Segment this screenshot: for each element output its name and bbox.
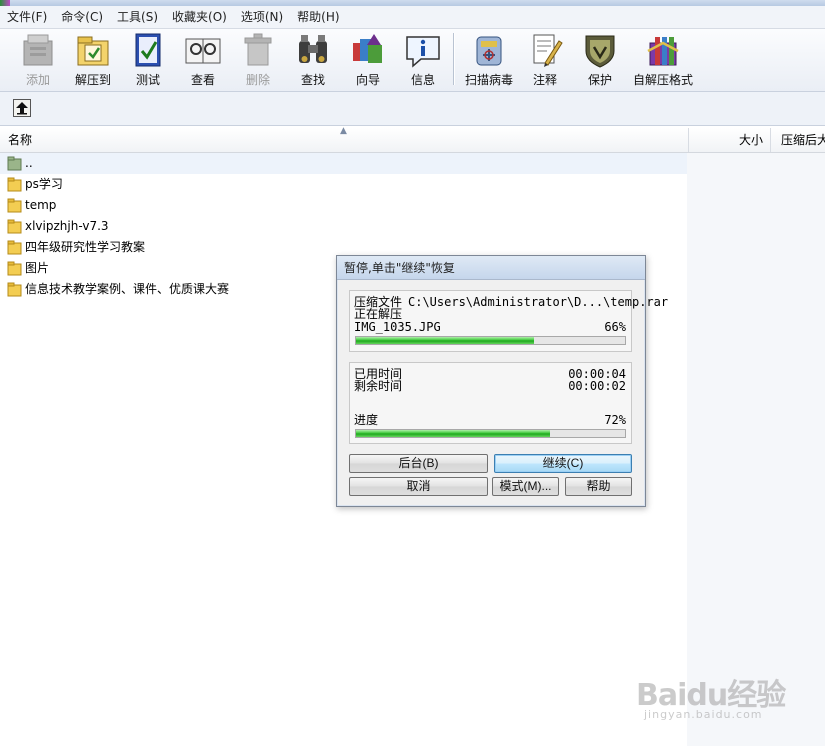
dialog-title[interactable]: 暂停,单击"继续"恢复 xyxy=(337,256,645,280)
find-button[interactable]: 查找 xyxy=(286,31,340,89)
info-icon xyxy=(406,36,440,68)
test-icon xyxy=(135,33,161,67)
folder-icon xyxy=(7,198,22,213)
binoculars-icon xyxy=(299,35,327,63)
comment-icon xyxy=(533,34,563,67)
folder-icon xyxy=(7,219,22,234)
up-folder-button[interactable] xyxy=(13,99,31,117)
file-name: 信息技术教学案例、课件、优质课大赛 xyxy=(25,282,230,296)
file-progress-bar xyxy=(355,336,626,345)
wizard-icon xyxy=(353,34,382,63)
shield-icon xyxy=(585,35,615,68)
delete-button[interactable]: 删除 xyxy=(231,31,285,89)
file-list-header: 名称 ▲ 大小 压缩后大 xyxy=(0,126,825,153)
info-button[interactable]: 信息 xyxy=(396,31,450,89)
comment-button[interactable]: 注释 xyxy=(518,31,572,89)
file-name: 图片 xyxy=(25,261,50,275)
time-progress-panel: 已用时间 00:00:04 剩余时间 00:00:02 进度 72% xyxy=(349,362,632,444)
menu-file[interactable]: 文件(F) xyxy=(0,7,54,27)
menu-commands[interactable]: 命令(C) xyxy=(54,7,110,27)
watermark-url: jingyan.baidu.com xyxy=(644,708,763,721)
sfx-button[interactable]: 自解压格式 xyxy=(632,31,694,89)
toolbar: 添加 解压到 测试 查看 删除 查找 向导 信息 扫描病毒 注释 保护 自解压格… xyxy=(0,29,825,92)
cancel-button[interactable]: 取消 xyxy=(349,477,488,496)
virus-scan-icon xyxy=(476,36,502,66)
folder-icon xyxy=(7,177,22,192)
file-progress-panel: 压缩文件 C:\Users\Administrator\D...\temp.ra… xyxy=(349,290,668,352)
file-name: 四年级研究性学习教案 xyxy=(25,240,146,254)
file-row[interactable]: xlvipzhjh-v7.3 xyxy=(0,216,687,237)
address-bar xyxy=(0,92,825,126)
add-archive-icon xyxy=(23,34,53,66)
wizard-button[interactable]: 向导 xyxy=(341,31,395,89)
file-list-size-pane xyxy=(687,153,825,746)
file-percent: 66% xyxy=(604,320,626,334)
help-button[interactable]: 帮助 xyxy=(565,477,632,496)
file-name: xlvipzhjh-v7.3 xyxy=(25,219,109,233)
test-button[interactable]: 测试 xyxy=(121,31,175,89)
sfx-icon xyxy=(647,37,679,66)
file-name: ps学习 xyxy=(25,177,63,191)
remaining-time-label: 剩余时间 xyxy=(354,379,403,393)
menu-bar: 文件(F) 命令(C) 工具(S) 收藏夹(O) 选项(N) 帮助(H) xyxy=(0,6,825,29)
toolbar-separator xyxy=(453,33,454,85)
total-progress-fill xyxy=(356,430,550,437)
total-progress-bar xyxy=(355,429,626,438)
file-name: temp xyxy=(25,198,57,212)
view-button[interactable]: 查看 xyxy=(176,31,230,89)
status-label: 正在解压 xyxy=(354,307,403,321)
progress-label: 进度 xyxy=(354,413,379,427)
menu-favorites[interactable]: 收藏夹(O) xyxy=(165,7,234,27)
extraction-progress-dialog: 暂停,单击"继续"恢复 压缩文件 C:\Users\Administrator\… xyxy=(336,255,668,507)
extract-to-icon xyxy=(77,36,109,66)
view-icon xyxy=(185,38,221,64)
virus-scan-button[interactable]: 扫描病毒 xyxy=(461,31,517,89)
background-button[interactable]: 后台(B) xyxy=(349,454,488,473)
continue-button[interactable]: 继续(C) xyxy=(494,454,632,473)
column-packed-size[interactable]: 压缩后大 xyxy=(770,128,825,152)
file-name: .. xyxy=(25,156,33,170)
add-button[interactable]: 添加 xyxy=(11,31,65,89)
extract-to-button[interactable]: 解压到 xyxy=(66,31,120,89)
current-file-name: IMG_1035.JPG xyxy=(354,320,441,334)
sort-ascending-icon: ▲ xyxy=(340,126,347,136)
menu-tools[interactable]: 工具(S) xyxy=(110,7,165,27)
up-arrow-icon xyxy=(16,102,28,115)
remaining-time-value: 00:00:02 xyxy=(568,379,626,393)
parent-folder-icon xyxy=(7,156,22,171)
file-row[interactable]: ps学习 xyxy=(0,174,687,195)
file-row-up[interactable]: .. xyxy=(0,153,687,174)
mode-button[interactable]: 模式(M)... xyxy=(492,477,559,496)
file-progress-fill xyxy=(356,337,534,344)
watermark: Baidu经验 jingyan.baidu.com xyxy=(636,662,806,732)
protect-button[interactable]: 保护 xyxy=(573,31,627,89)
file-row[interactable]: temp xyxy=(0,195,687,216)
column-size[interactable]: 大小 xyxy=(688,128,769,152)
archive-path: C:\Users\Administrator\D...\temp.rar xyxy=(408,295,669,309)
menu-help[interactable]: 帮助(H) xyxy=(290,7,346,27)
folder-icon xyxy=(7,282,22,297)
total-percent: 72% xyxy=(604,413,626,427)
menu-options[interactable]: 选项(N) xyxy=(234,7,290,27)
folder-icon xyxy=(7,240,22,255)
column-name[interactable]: 名称 xyxy=(8,128,32,152)
folder-icon xyxy=(7,261,22,276)
delete-icon xyxy=(244,33,272,66)
